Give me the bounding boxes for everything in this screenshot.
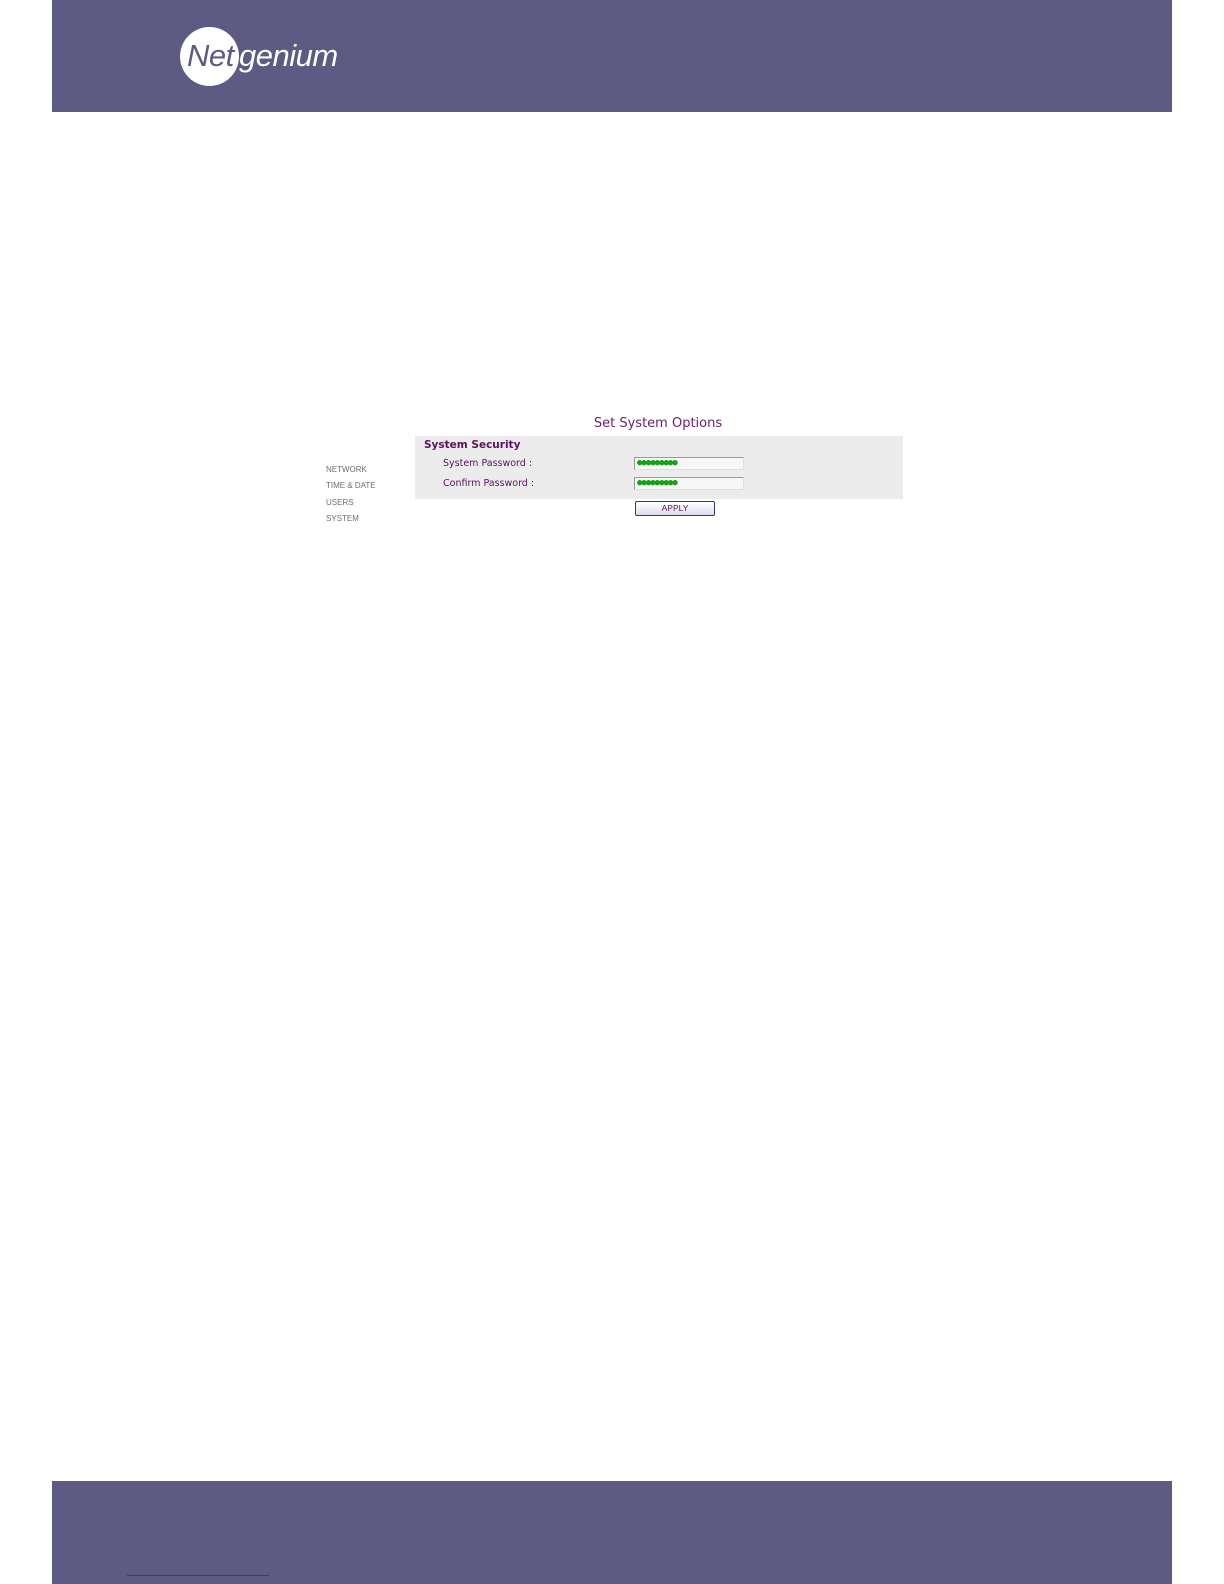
confirm-password-label: Confirm Password : <box>443 478 535 489</box>
section-title: System Security <box>424 439 521 451</box>
footer-link-underline[interactable] <box>127 1575 269 1576</box>
system-password-label: System Password : <box>443 458 533 469</box>
nav-item-network[interactable]: NETWORK <box>326 465 406 481</box>
confirm-password-input[interactable]: ●●●●●●●●● <box>634 477 744 490</box>
logo-text-genium: genium <box>239 38 338 73</box>
nav-item-time-date[interactable]: TIME & DATE <box>326 481 406 497</box>
side-nav: NETWORK TIME & DATE USERS SYSTEM <box>326 465 406 530</box>
nav-item-system[interactable]: SYSTEM <box>326 514 406 530</box>
nav-item-users[interactable]: USERS <box>326 498 406 514</box>
footer-band <box>52 1481 1172 1584</box>
logo-text-net: Net <box>187 38 234 73</box>
page-title: Set System Options <box>593 416 723 431</box>
system-security-panel: System Security System Password : ●●●●●●… <box>415 436 903 499</box>
netgenium-logo: Net genium <box>180 27 380 87</box>
system-password-input[interactable]: ●●●●●●●●● <box>634 457 744 470</box>
apply-button[interactable]: APPLY <box>635 501 715 516</box>
